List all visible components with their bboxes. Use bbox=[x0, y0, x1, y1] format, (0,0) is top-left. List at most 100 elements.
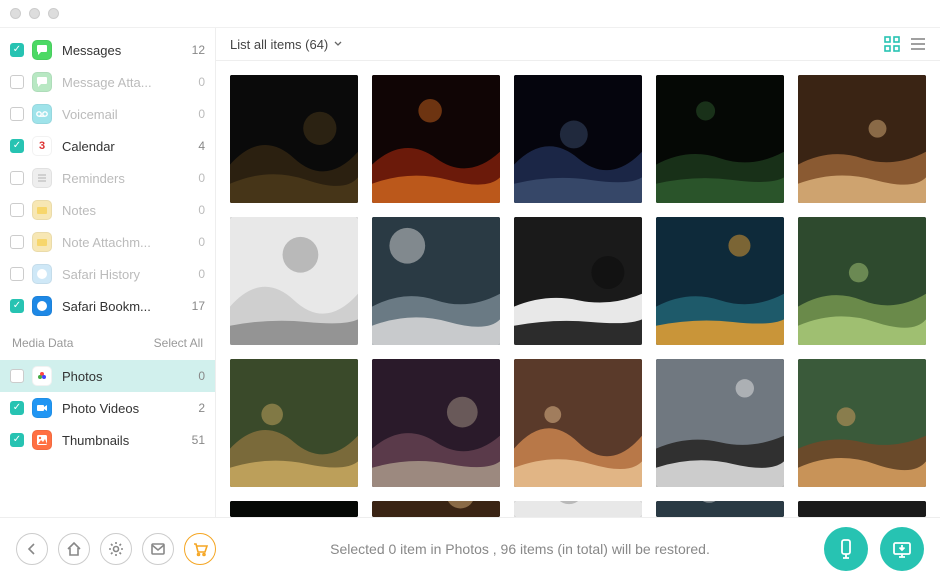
sidebar-item-photos[interactable]: Photos0 bbox=[0, 360, 215, 392]
checkbox[interactable] bbox=[10, 299, 24, 313]
safari-icon bbox=[32, 264, 52, 284]
photo-thumbnail[interactable] bbox=[656, 217, 784, 345]
media-list: Photos0Photo Videos2Thumbnails51 bbox=[0, 354, 215, 462]
photo-thumbnail[interactable] bbox=[656, 75, 784, 203]
sidebar-item-label: Calendar bbox=[62, 139, 187, 154]
checkbox[interactable] bbox=[10, 43, 24, 57]
checkbox[interactable] bbox=[10, 369, 24, 383]
sidebar-item-voicemail[interactable]: Voicemail0 bbox=[0, 98, 215, 130]
close-window-button[interactable] bbox=[10, 8, 21, 19]
messages-icon bbox=[32, 72, 52, 92]
photo-thumbnail[interactable] bbox=[514, 359, 642, 487]
arrow-left-icon bbox=[24, 541, 40, 557]
photo-thumbnail[interactable] bbox=[514, 501, 642, 517]
back-button[interactable] bbox=[16, 533, 48, 565]
sidebar-item-notes[interactable]: Notes0 bbox=[0, 194, 215, 226]
photo-thumbnail[interactable] bbox=[798, 217, 926, 345]
checkbox[interactable] bbox=[10, 75, 24, 89]
checkbox[interactable] bbox=[10, 139, 24, 153]
select-all-link[interactable]: Select All bbox=[154, 336, 203, 350]
photo-thumbnail[interactable] bbox=[372, 75, 500, 203]
sidebar-item-count: 0 bbox=[187, 235, 205, 249]
computer-download-icon bbox=[891, 538, 913, 560]
sidebar-item-messages[interactable]: Messages12 bbox=[0, 34, 215, 66]
photo-thumbnail[interactable] bbox=[798, 75, 926, 203]
sidebar-item-photo-videos[interactable]: Photo Videos2 bbox=[0, 392, 215, 424]
footer-actions bbox=[824, 527, 924, 571]
photo-thumbnail[interactable] bbox=[656, 359, 784, 487]
content-pane: List all items (64) bbox=[216, 28, 940, 517]
checkbox[interactable] bbox=[10, 107, 24, 121]
sidebar-item-label: Message Atta... bbox=[62, 75, 187, 90]
grid-view-button[interactable] bbox=[884, 36, 900, 52]
sidebar-item-count: 51 bbox=[187, 433, 205, 447]
photo-thumbnail[interactable] bbox=[372, 359, 500, 487]
sidebar-item-note-attachm[interactable]: Note Attachm...0 bbox=[0, 226, 215, 258]
notes-icon bbox=[32, 232, 52, 252]
settings-button[interactable] bbox=[100, 533, 132, 565]
photo-thumbnail[interactable] bbox=[372, 501, 500, 517]
sidebar-item-label: Safari Bookm... bbox=[62, 299, 187, 314]
photo-grid bbox=[230, 75, 926, 517]
sidebar-item-calendar[interactable]: 3 Calendar4 bbox=[0, 130, 215, 162]
checkbox[interactable] bbox=[10, 171, 24, 185]
main: Messages12Message Atta...0Voicemail03Cal… bbox=[0, 28, 940, 517]
sidebar-item-count: 17 bbox=[187, 299, 205, 313]
sidebar-item-message-atta[interactable]: Message Atta...0 bbox=[0, 66, 215, 98]
sidebar-item-label: Note Attachm... bbox=[62, 235, 187, 250]
sidebar-item-label: Voicemail bbox=[62, 107, 187, 122]
sidebar-item-label: Messages bbox=[62, 43, 187, 58]
sidebar-item-count: 4 bbox=[187, 139, 205, 153]
cart-button[interactable] bbox=[184, 533, 216, 565]
photo-thumbnail[interactable] bbox=[230, 75, 358, 203]
sidebar-item-label: Notes bbox=[62, 203, 187, 218]
messages-icon bbox=[32, 40, 52, 60]
checkbox[interactable] bbox=[10, 401, 24, 415]
list-filter-label: List all items (64) bbox=[230, 37, 328, 52]
checkbox[interactable] bbox=[10, 267, 24, 281]
sidebar-item-count: 0 bbox=[187, 267, 205, 281]
restore-to-computer-button[interactable] bbox=[880, 527, 924, 571]
checkbox[interactable] bbox=[10, 235, 24, 249]
mail-button[interactable] bbox=[142, 533, 174, 565]
photo-thumbnail[interactable] bbox=[798, 359, 926, 487]
photo-thumbnail[interactable] bbox=[514, 75, 642, 203]
sidebar-item-thumbnails[interactable]: Thumbnails51 bbox=[0, 424, 215, 456]
photo-thumbnail[interactable] bbox=[514, 217, 642, 345]
footer-status: Selected 0 item in Photos , 96 items (in… bbox=[216, 541, 824, 557]
titlebar bbox=[0, 0, 940, 28]
restore-to-device-button[interactable] bbox=[824, 527, 868, 571]
mail-icon bbox=[150, 541, 166, 557]
sidebar-item-label: Photos bbox=[62, 369, 187, 384]
sidebar-item-reminders[interactable]: Reminders0 bbox=[0, 162, 215, 194]
sidebar-item-label: Reminders bbox=[62, 171, 187, 186]
minimize-window-button[interactable] bbox=[29, 8, 40, 19]
sidebar-item-label: Photo Videos bbox=[62, 401, 187, 416]
sidebar-item-safari-history[interactable]: Safari History0 bbox=[0, 258, 215, 290]
sidebar-item-label: Thumbnails bbox=[62, 433, 187, 448]
list-view-button[interactable] bbox=[910, 36, 926, 52]
device-icon bbox=[835, 538, 857, 560]
photo-thumbnail[interactable] bbox=[230, 501, 358, 517]
calendar-icon: 3 bbox=[32, 136, 52, 156]
checkbox[interactable] bbox=[10, 433, 24, 447]
sidebar-item-count: 0 bbox=[187, 107, 205, 121]
gear-icon bbox=[108, 541, 124, 557]
checkbox[interactable] bbox=[10, 203, 24, 217]
list-filter-dropdown[interactable]: List all items (64) bbox=[230, 37, 342, 52]
sidebar-item-count: 2 bbox=[187, 401, 205, 415]
sidebar-item-safari-bookm[interactable]: Safari Bookm...17 bbox=[0, 290, 215, 322]
voicemail-icon bbox=[32, 104, 52, 124]
thumbnails-icon bbox=[32, 430, 52, 450]
home-button[interactable] bbox=[58, 533, 90, 565]
content-header: List all items (64) bbox=[216, 28, 940, 61]
photo-thumbnail[interactable] bbox=[230, 217, 358, 345]
sidebar: Messages12Message Atta...0Voicemail03Cal… bbox=[0, 28, 216, 517]
photo-thumbnail[interactable] bbox=[656, 501, 784, 517]
photo-thumbnail[interactable] bbox=[230, 359, 358, 487]
photo-thumbnail[interactable] bbox=[372, 217, 500, 345]
notes-icon bbox=[32, 200, 52, 220]
sidebar-item-label: Safari History bbox=[62, 267, 187, 282]
photo-thumbnail[interactable] bbox=[798, 501, 926, 517]
zoom-window-button[interactable] bbox=[48, 8, 59, 19]
